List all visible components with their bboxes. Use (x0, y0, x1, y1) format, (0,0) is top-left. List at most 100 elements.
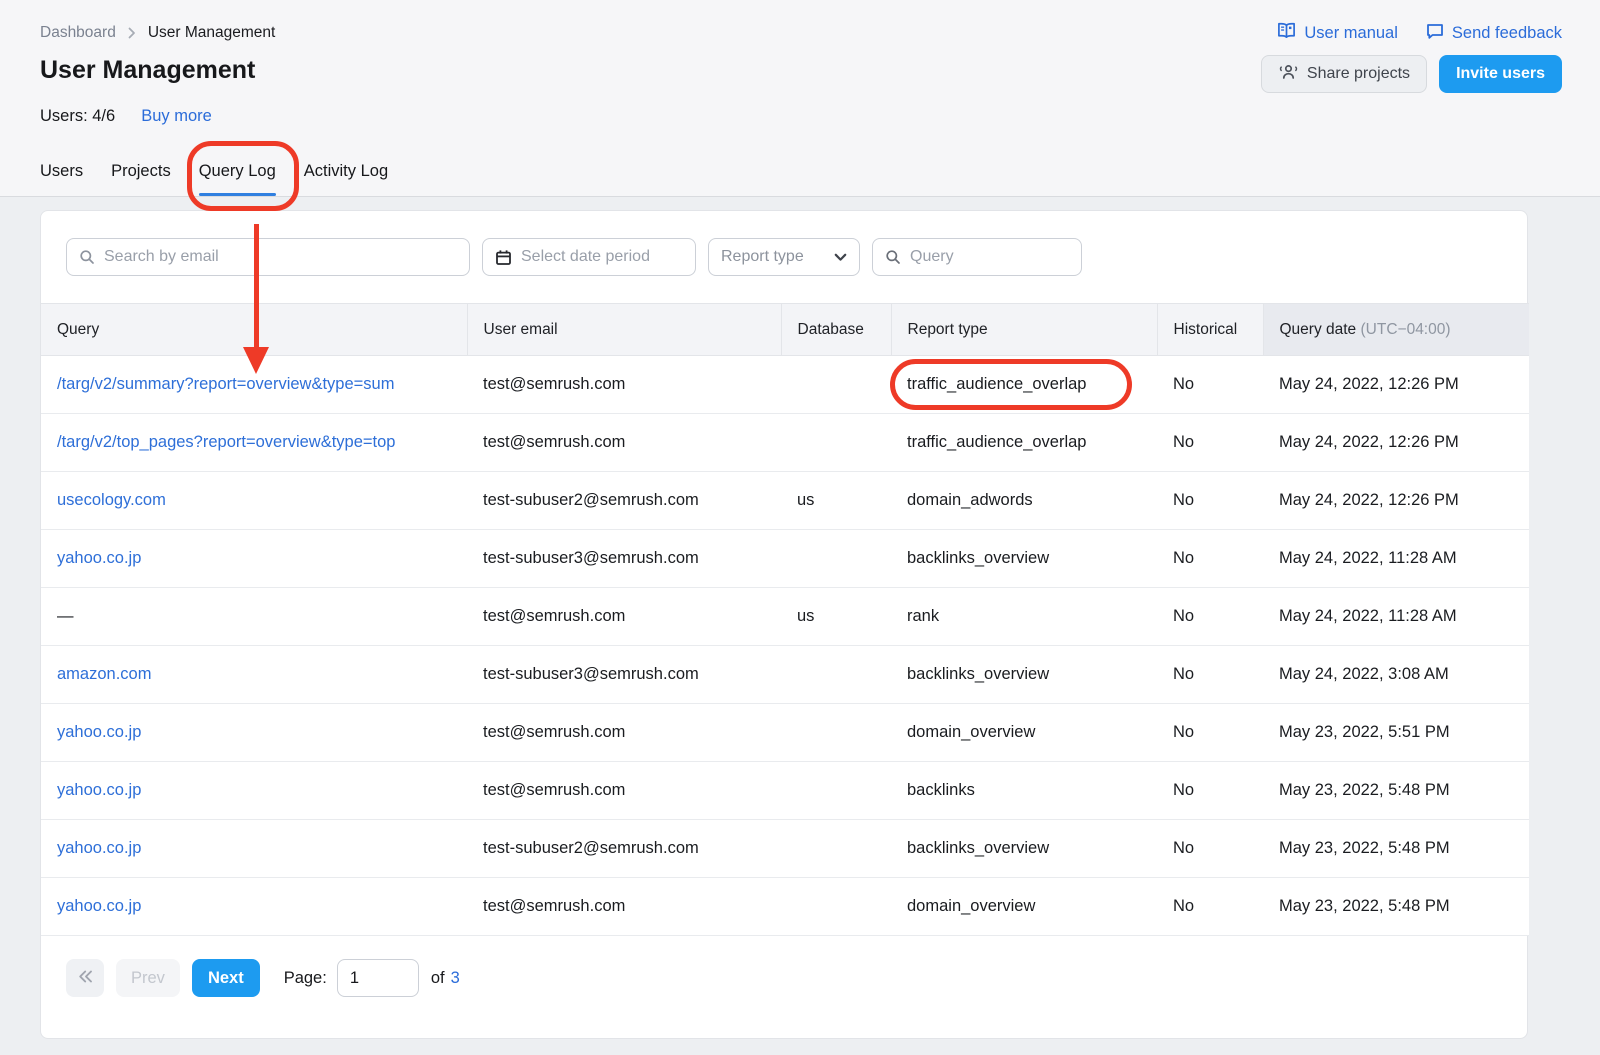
tab-users[interactable]: Users (40, 162, 83, 196)
prev-page-button[interactable]: Prev (116, 959, 180, 997)
tab-projects[interactable]: Projects (111, 162, 171, 196)
speech-bubble-icon (1426, 23, 1444, 44)
date-period-placeholder: Select date period (521, 248, 650, 266)
table-row: usecology.comtest-subuser2@semrush.comus… (41, 472, 1529, 530)
cell-query: yahoo.co.jp (41, 820, 467, 878)
table-row: yahoo.co.jp test@semrush.com backlinksNoMa… (41, 762, 1529, 820)
report-type-dropdown[interactable]: Report type (708, 238, 860, 276)
buy-more-link[interactable]: Buy more (141, 107, 212, 126)
send-feedback-label: Send feedback (1452, 24, 1562, 43)
cell-historical: No (1157, 472, 1263, 530)
search-icon (885, 249, 901, 265)
query-search-field[interactable] (872, 238, 1082, 276)
cell-query-date: May 24, 2022, 12:26 PM (1263, 356, 1529, 414)
cell-database (781, 762, 891, 820)
table-row: /targ/v2/top_pages?report=overview&type=… (41, 414, 1529, 472)
column-header-query-date: Query date (UTC−04:00) (1263, 304, 1529, 356)
cell-query-date: May 23, 2022, 5:48 PM (1263, 762, 1529, 820)
search-icon (79, 249, 95, 265)
cell-historical: No (1157, 588, 1263, 646)
column-header-user-email: User email (467, 304, 781, 356)
header-links: User manual Send feedback (1277, 22, 1562, 44)
cell-historical: No (1157, 704, 1263, 762)
query-search-input[interactable] (910, 248, 1069, 266)
query-link[interactable]: usecology.com (57, 491, 166, 509)
cell-historical: No (1157, 530, 1263, 588)
pagination: Prev Next Page: of 3 (41, 936, 1527, 1020)
cell-query-date: May 24, 2022, 11:28 AM (1263, 588, 1529, 646)
users-counter: Users: 4/6 (40, 107, 115, 126)
chevron-right-icon (128, 27, 136, 39)
cell-report-type: backlinks_overview (891, 820, 1157, 878)
page-number-input[interactable] (337, 959, 419, 997)
date-period-select[interactable]: Select date period (482, 238, 696, 276)
query-link[interactable]: yahoo.co.jp (57, 723, 141, 741)
cell-query: /targ/v2/top_pages?report=overview&type=… (41, 414, 467, 472)
cell-historical: No (1157, 762, 1263, 820)
cell-query: yahoo.co.jp (41, 878, 467, 936)
user-manual-label: User manual (1304, 24, 1398, 43)
breadcrumb-current: User Management (148, 24, 276, 42)
cell-user-email: test@semrush.com (467, 762, 781, 820)
column-header-database: Database (781, 304, 891, 356)
user-manual-link[interactable]: User manual (1277, 22, 1398, 44)
cell-report-type: backlinks (891, 762, 1157, 820)
cell-user-email: test-subuser3@semrush.com (467, 530, 781, 588)
query-link[interactable]: yahoo.co.jp (57, 781, 141, 799)
total-pages-link[interactable]: 3 (451, 969, 460, 988)
query-link[interactable]: yahoo.co.jp (57, 839, 141, 857)
cell-query-date: May 24, 2022, 11:28 AM (1263, 530, 1529, 588)
query-link[interactable]: amazon.com (57, 665, 151, 683)
cell-database (781, 414, 891, 472)
cell-report-type: traffic_audience_overlap (891, 356, 1157, 414)
column-header-historical: Historical (1157, 304, 1263, 356)
send-feedback-link[interactable]: Send feedback (1426, 22, 1562, 44)
breadcrumb-dashboard-link[interactable]: Dashboard (40, 24, 116, 42)
cell-historical: No (1157, 878, 1263, 936)
users-counter-row: Users: 4/6 Buy more (40, 107, 212, 126)
query-log-panel: Select date period Report type (40, 210, 1528, 1039)
cell-query: /targ/v2/summary?report=overview&type=su… (41, 356, 467, 414)
cell-user-email: test@semrush.com (467, 356, 781, 414)
cell-report-type: traffic_audience_overlap (891, 414, 1157, 472)
table-row: yahoo.co.jptest@semrush.comdomain_overvi… (41, 878, 1529, 936)
share-projects-button[interactable]: Share projects (1261, 55, 1427, 93)
page-header: Dashboard User Management User manual Se… (0, 0, 1600, 197)
cell-query: yahoo.co.jp (41, 704, 467, 762)
first-page-button[interactable] (66, 959, 104, 997)
query-link[interactable]: /targ/v2/top_pages?report=overview&type=… (57, 433, 395, 451)
query-link[interactable]: yahoo.co.jp (57, 549, 141, 567)
cell-query-date: May 24, 2022, 12:26 PM (1263, 414, 1529, 472)
query-link[interactable]: yahoo.co.jp (57, 897, 141, 915)
cell-user-email: test-subuser2@semrush.com (467, 472, 781, 530)
search-email-field[interactable] (66, 238, 470, 276)
report-type-label: Report type (721, 248, 804, 266)
table-row: /targ/v2/summary?report=overview&type=su… (41, 356, 1529, 414)
double-chevron-left-icon (78, 970, 93, 986)
cell-report-type: backlinks_overview (891, 530, 1157, 588)
user-management-page: Dashboard User Management User manual Se… (0, 0, 1600, 1055)
book-icon (1277, 22, 1296, 44)
cell-user-email: test@semrush.com (467, 414, 781, 472)
table-row: yahoo.co.jp test-subuser3@semrush.com back… (41, 530, 1529, 588)
annotation-circle-report-type: traffic_audience_overlap (890, 359, 1132, 410)
query-link[interactable]: /targ/v2/summary?report=overview&type=su… (57, 375, 394, 393)
cell-database (781, 878, 891, 936)
invite-users-button[interactable]: Invite users (1439, 55, 1562, 93)
tab-activity-log[interactable]: Activity Log (304, 162, 388, 196)
cell-query: amazon.com (41, 646, 467, 704)
share-projects-label: Share projects (1307, 65, 1410, 83)
cell-report-type: domain_adwords (891, 472, 1157, 530)
cell-query-date: May 23, 2022, 5:48 PM (1263, 820, 1529, 878)
cell-query: yahoo.co.jp (41, 762, 467, 820)
timezone-suffix: (UTC−04:00) (1361, 321, 1451, 338)
cell-user-email: test@semrush.com (467, 878, 781, 936)
cell-query: — (41, 588, 467, 646)
cell-query-date: May 23, 2022, 5:48 PM (1263, 878, 1529, 936)
next-page-button[interactable]: Next (192, 959, 260, 997)
search-email-input[interactable] (104, 248, 457, 266)
tab-query-log[interactable]: Query Log (199, 162, 276, 196)
table-row: yahoo.co.jptest-subuser2@semrush.comback… (41, 820, 1529, 878)
table-header-row: Query User email Database Report type Hi… (41, 304, 1529, 356)
filters-row: Select date period Report type (41, 211, 1527, 276)
